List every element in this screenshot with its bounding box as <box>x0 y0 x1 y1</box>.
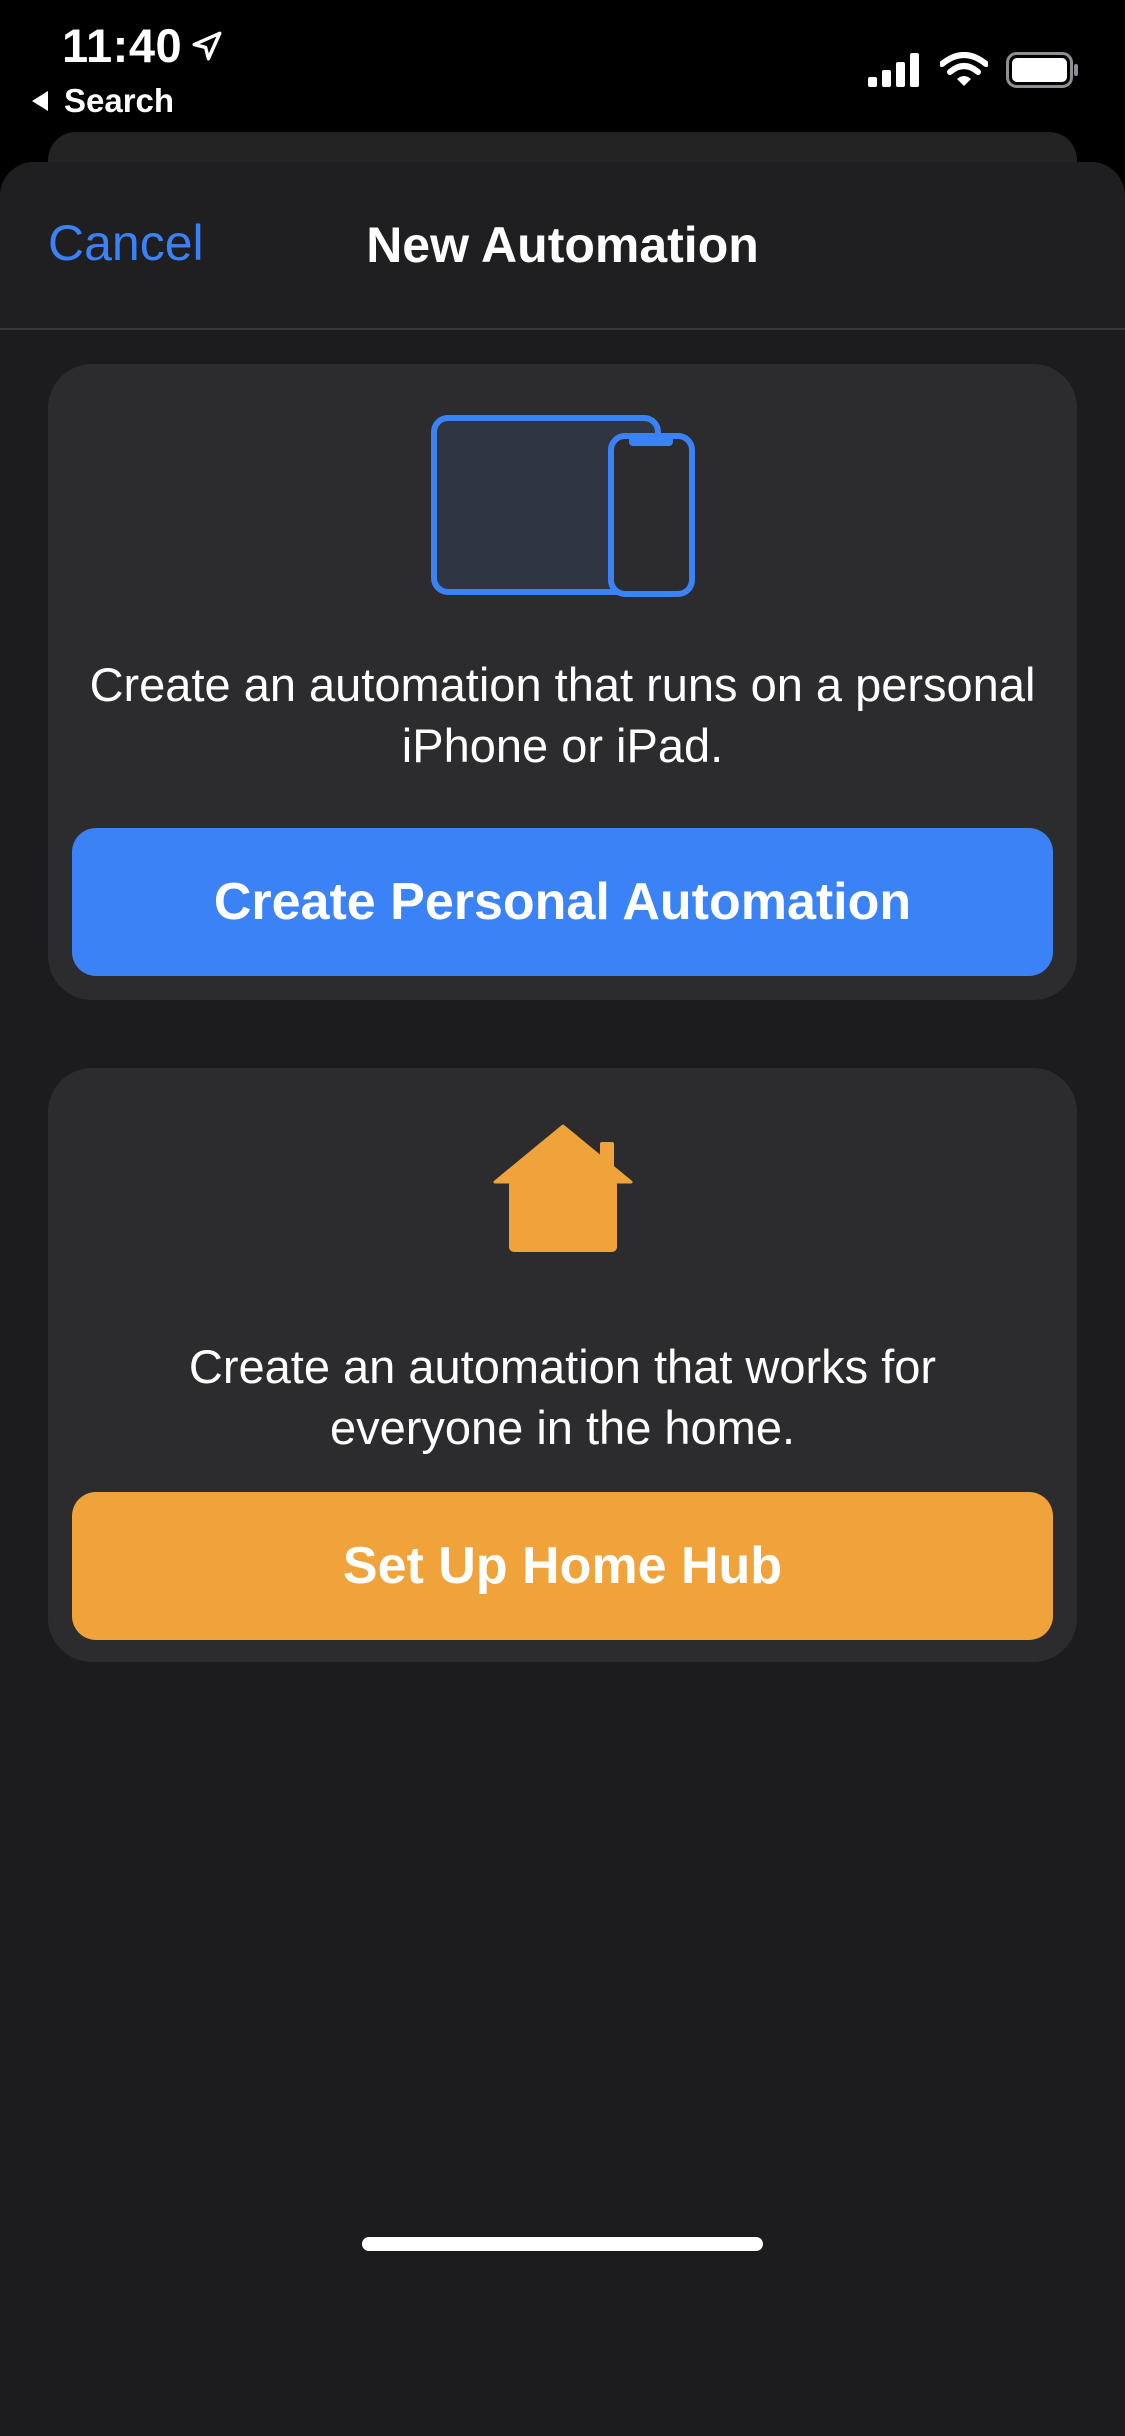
screen: 11:40 Search Cancel New Automation Creat… <box>0 0 1125 2436</box>
set-up-home-hub-button[interactable]: Set Up Home Hub <box>72 1492 1053 1640</box>
home-description: Create an automation that works for ever… <box>188 1340 937 1454</box>
status-time-label: 11:40 <box>62 19 183 72</box>
home-indicator[interactable] <box>362 2237 763 2251</box>
new-automation-sheet: Cancel New Automation Create an automati… <box>0 162 1125 2436</box>
ipad-iphone-icon <box>48 414 1077 598</box>
cellular-signal-icon <box>868 53 919 87</box>
back-search-label: Search <box>64 82 175 119</box>
status-indicators <box>868 52 1080 88</box>
back-triangle-icon <box>32 91 48 111</box>
location-arrow-icon <box>192 31 222 60</box>
home-automation-card: Create an automation that works for ever… <box>48 1068 1077 1662</box>
page-title: New Automation <box>366 217 759 273</box>
back-to-search-button[interactable]: Search <box>30 82 174 120</box>
create-personal-automation-button[interactable]: Create Personal Automation <box>72 828 1053 976</box>
personal-description: Create an automation that runs on a pers… <box>89 658 1036 772</box>
wifi-icon <box>940 52 988 86</box>
personal-automation-card: Create an automation that runs on a pers… <box>48 364 1077 1000</box>
status-time: 11:40 <box>62 18 224 73</box>
navigation-bar: Cancel New Automation <box>0 162 1125 330</box>
battery-icon <box>1006 52 1078 88</box>
home-icon <box>48 1124 1077 1254</box>
